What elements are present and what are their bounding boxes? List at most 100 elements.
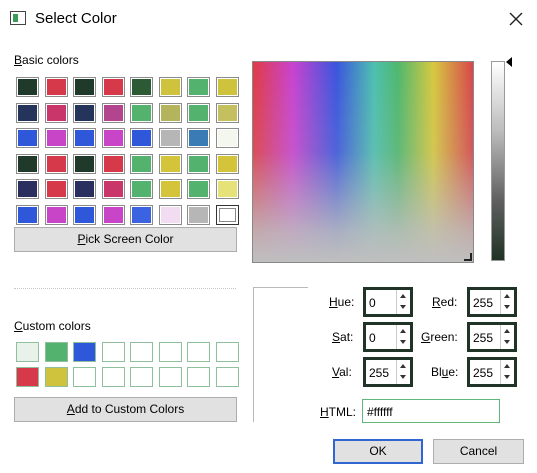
red-spinbox[interactable]: 255 bbox=[467, 287, 517, 317]
cancel-button[interactable]: Cancel bbox=[433, 439, 524, 464]
hue-value: 0 bbox=[369, 296, 376, 310]
title-bar: Select Color bbox=[0, 0, 537, 38]
basic-color-swatch[interactable] bbox=[101, 102, 125, 123]
sat-label: Sat: bbox=[332, 330, 354, 344]
custom-color-swatch[interactable] bbox=[73, 367, 96, 387]
green-stepper[interactable] bbox=[500, 325, 514, 349]
basic-color-swatch[interactable] bbox=[16, 153, 39, 174]
basic-color-swatch[interactable] bbox=[158, 77, 182, 97]
custom-color-swatch[interactable] bbox=[158, 367, 182, 387]
red-value: 255 bbox=[473, 296, 494, 310]
basic-color-swatch[interactable] bbox=[187, 153, 210, 174]
basic-color-swatch[interactable] bbox=[215, 77, 239, 97]
luminance-arrow-icon[interactable] bbox=[506, 57, 512, 67]
basic-color-swatch[interactable] bbox=[187, 204, 210, 225]
custom-color-swatch[interactable] bbox=[101, 367, 125, 387]
green-value: 255 bbox=[473, 331, 494, 345]
color-preview bbox=[253, 287, 308, 422]
custom-color-swatch[interactable] bbox=[187, 367, 210, 387]
hue-spinbox[interactable]: 0 bbox=[363, 287, 413, 317]
color-dialog-icon bbox=[10, 11, 26, 25]
basic-color-swatch[interactable] bbox=[158, 102, 182, 123]
basic-color-swatch[interactable] bbox=[16, 128, 39, 148]
red-stepper[interactable] bbox=[500, 290, 514, 314]
basic-color-swatch[interactable] bbox=[130, 153, 153, 174]
html-hex-input[interactable]: #ffffff bbox=[362, 399, 500, 423]
basic-color-swatch[interactable] bbox=[215, 128, 239, 148]
basic-color-swatch[interactable] bbox=[187, 128, 210, 148]
custom-color-swatch[interactable] bbox=[187, 342, 210, 362]
add-to-custom-colors-button[interactable]: Add to Custom Colors bbox=[14, 397, 237, 422]
color-spectrum[interactable] bbox=[252, 61, 474, 263]
basic-color-swatch[interactable] bbox=[73, 179, 96, 199]
custom-color-swatch[interactable] bbox=[130, 367, 153, 387]
custom-color-swatch[interactable] bbox=[101, 342, 125, 362]
val-value: 255 bbox=[369, 366, 390, 380]
basic-color-swatch[interactable] bbox=[44, 102, 68, 123]
basic-color-swatch[interactable] bbox=[130, 77, 153, 97]
sat-spinbox[interactable]: 0 bbox=[363, 322, 413, 352]
blue-value: 255 bbox=[473, 366, 494, 380]
green-spinbox[interactable]: 255 bbox=[467, 322, 517, 352]
custom-color-swatch[interactable] bbox=[44, 342, 68, 362]
spectrum-crosshair bbox=[464, 253, 472, 261]
basic-color-swatch[interactable] bbox=[16, 179, 39, 199]
close-icon[interactable] bbox=[504, 7, 528, 31]
custom-color-swatch[interactable] bbox=[73, 342, 96, 362]
basic-color-swatch[interactable] bbox=[73, 153, 96, 174]
custom-color-swatch[interactable] bbox=[158, 342, 182, 362]
basic-color-swatch[interactable] bbox=[73, 204, 96, 225]
basic-color-swatch[interactable] bbox=[44, 153, 68, 174]
basic-color-swatch[interactable] bbox=[101, 179, 125, 199]
basic-color-swatch[interactable] bbox=[16, 77, 39, 97]
custom-color-swatch[interactable] bbox=[215, 367, 239, 387]
custom-colors-label: Custom colors bbox=[14, 319, 91, 333]
pick-screen-color-button[interactable]: Pick Screen Color bbox=[14, 227, 237, 252]
basic-color-swatch[interactable] bbox=[73, 102, 96, 123]
basic-color-swatch[interactable] bbox=[158, 204, 182, 225]
basic-color-swatch[interactable] bbox=[101, 153, 125, 174]
hue-stepper[interactable] bbox=[396, 290, 410, 314]
basic-color-swatch[interactable] bbox=[215, 153, 239, 174]
custom-color-swatch[interactable] bbox=[215, 342, 239, 362]
custom-color-swatch[interactable] bbox=[16, 342, 39, 362]
val-spinbox[interactable]: 255 bbox=[363, 357, 413, 387]
blue-stepper[interactable] bbox=[500, 360, 514, 384]
sat-stepper[interactable] bbox=[396, 325, 410, 349]
basic-color-swatch[interactable] bbox=[44, 204, 68, 225]
basic-color-swatch[interactable] bbox=[187, 179, 210, 199]
basic-color-swatch[interactable] bbox=[187, 77, 210, 97]
basic-color-swatch[interactable] bbox=[187, 102, 210, 123]
basic-color-swatch[interactable] bbox=[215, 102, 239, 123]
basic-colors-label: Basic colors bbox=[14, 53, 79, 67]
basic-color-swatch[interactable] bbox=[158, 153, 182, 174]
val-stepper[interactable] bbox=[396, 360, 410, 384]
basic-color-swatch[interactable] bbox=[101, 204, 125, 225]
basic-color-swatch[interactable] bbox=[215, 179, 239, 199]
blue-spinbox[interactable]: 255 bbox=[467, 357, 517, 387]
luminance-slider[interactable] bbox=[491, 61, 505, 261]
ok-button[interactable]: OK bbox=[333, 439, 423, 464]
custom-color-swatch[interactable] bbox=[130, 342, 153, 362]
basic-color-swatch[interactable] bbox=[101, 77, 125, 97]
custom-color-swatch[interactable] bbox=[16, 367, 39, 387]
basic-color-swatch[interactable] bbox=[44, 179, 68, 199]
separator-dots bbox=[14, 288, 236, 289]
basic-color-swatch[interactable] bbox=[130, 204, 153, 225]
html-label: HTML: bbox=[320, 405, 357, 419]
basic-color-swatch[interactable] bbox=[130, 128, 153, 148]
hue-label: Hue: bbox=[329, 295, 355, 309]
basic-color-swatch[interactable] bbox=[73, 128, 96, 148]
custom-color-swatch[interactable] bbox=[44, 367, 68, 387]
basic-color-swatch[interactable] bbox=[44, 77, 68, 97]
basic-color-swatch[interactable] bbox=[130, 102, 153, 123]
basic-color-swatch[interactable] bbox=[16, 204, 39, 225]
basic-color-swatch[interactable] bbox=[73, 77, 96, 97]
basic-color-swatch[interactable] bbox=[130, 179, 153, 199]
basic-color-swatch[interactable] bbox=[215, 204, 239, 225]
basic-color-swatch[interactable] bbox=[101, 128, 125, 148]
basic-color-swatch[interactable] bbox=[44, 128, 68, 148]
basic-color-swatch[interactable] bbox=[158, 128, 182, 148]
basic-color-swatch[interactable] bbox=[16, 102, 39, 123]
basic-color-swatch[interactable] bbox=[158, 179, 182, 199]
